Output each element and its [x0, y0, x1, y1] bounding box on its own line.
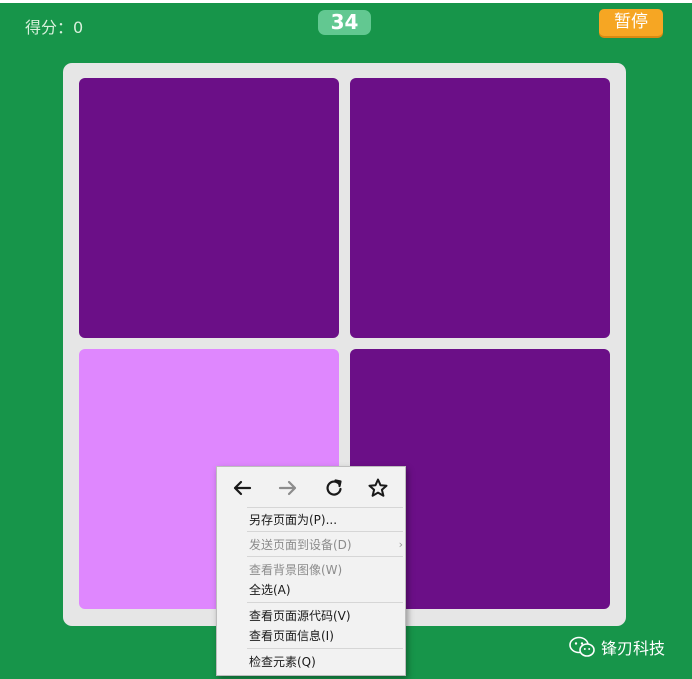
menu-separator [247, 648, 403, 649]
menu-item-send-page-label: 发送页面到设备(D) [249, 538, 352, 552]
color-tile[interactable] [350, 78, 610, 338]
back-arrow-icon[interactable] [231, 477, 253, 499]
watermark: 锋刃科技 [569, 634, 665, 660]
menu-separator [247, 602, 403, 603]
bookmark-star-icon[interactable] [367, 477, 389, 499]
menu-separator [247, 531, 403, 532]
countdown-timer: 34 [318, 10, 371, 35]
menu-item-inspect[interactable]: 检查元素(Q) [249, 653, 316, 671]
context-menu-nav [217, 467, 405, 507]
wechat-icon [569, 636, 595, 657]
watermark-text: 锋刃科技 [601, 639, 666, 658]
menu-separator [247, 507, 403, 508]
menu-item-view-source[interactable]: 查看页面源代码(V) [249, 607, 351, 625]
menu-separator [247, 556, 403, 557]
forward-arrow-icon [277, 477, 299, 499]
menu-item-view-bg-image: 查看背景图像(W) [249, 563, 343, 577]
pause-button[interactable]: 暂停 [599, 9, 663, 36]
menu-item-view-info[interactable]: 查看页面信息(I) [249, 627, 334, 645]
reload-icon[interactable] [323, 477, 345, 499]
color-tile[interactable] [79, 78, 339, 338]
score-display: 得分：0 [25, 18, 84, 37]
menu-item-save-page[interactable]: 另存页面为(P)... [249, 511, 337, 529]
submenu-chevron-icon: › [398, 538, 403, 551]
menu-item-send-page: 发送页面到设备(D) › [249, 536, 403, 554]
menu-item-select-all[interactable]: 全选(A) [249, 581, 291, 599]
top-border [0, 0, 692, 3]
context-menu: 另存页面为(P)... 发送页面到设备(D) › 查看背景图像(W) 全选(A)… [216, 466, 406, 676]
